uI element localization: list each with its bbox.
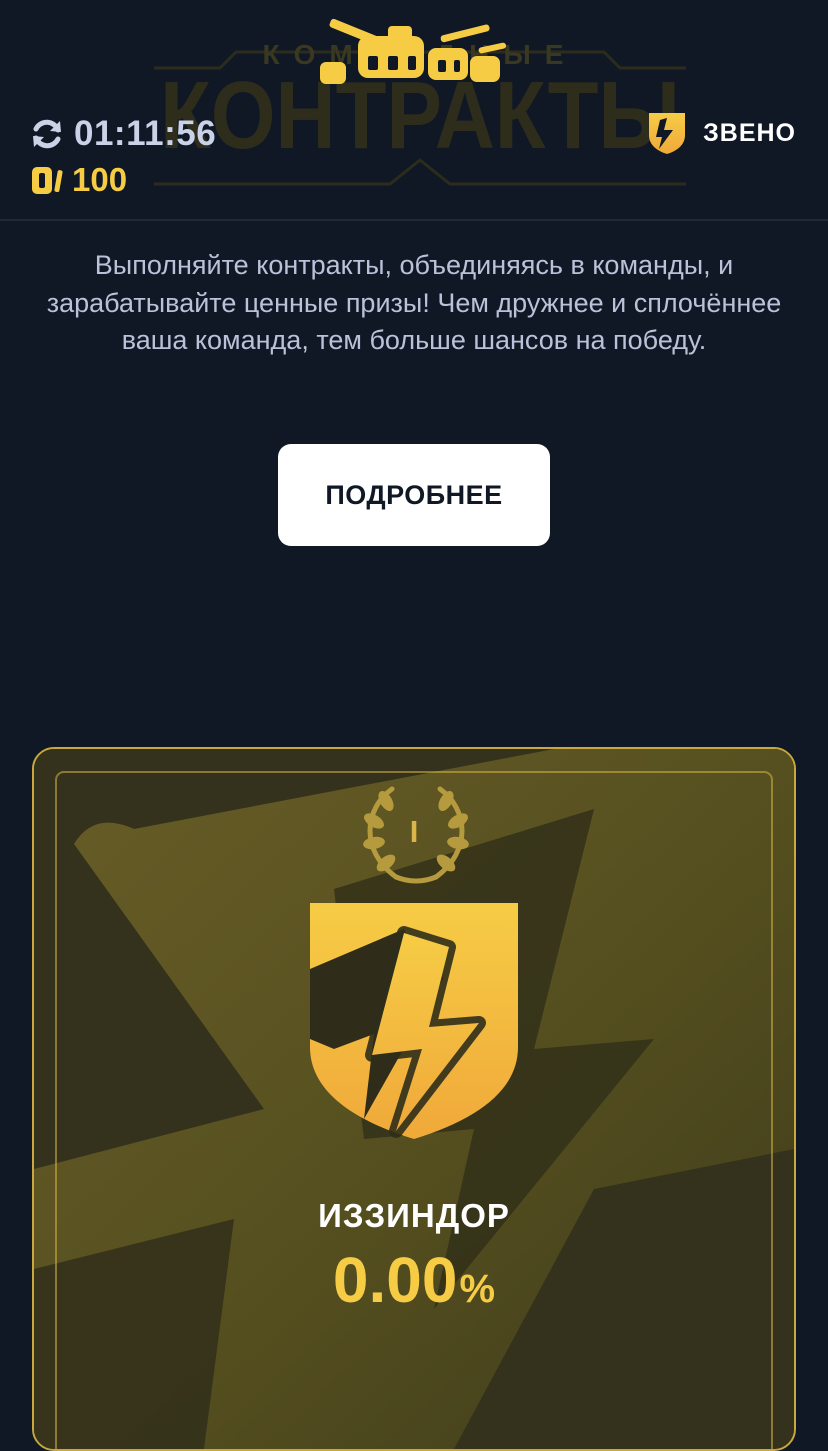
team-progress-value: 0.00 [332,1244,458,1316]
intro-description: Выполняйте контракты, объединяясь в кома… [46,250,782,355]
coin-balance: 100 [30,160,127,200]
refresh-icon [33,119,61,149]
refresh-timer: 01:11:56 [30,112,216,156]
coin-value: 100 [72,161,128,198]
tanks-icon [320,18,507,84]
details-button[interactable]: ПОДРОБНЕЕ [278,444,550,546]
team-card[interactable]: I ИЗЗИНДОР 0.00% [32,747,796,1451]
unit-label[interactable]: ЗВЕНО [703,119,796,148]
timer-value: 01:11:56 [74,114,217,153]
rank-label: I [409,814,419,849]
unit-shield-icon [649,113,686,154]
team-name: ИЗЗИНДОР [318,1197,510,1234]
team-progress: 0.00% [34,1243,794,1317]
team-progress-percent-sign: % [459,1267,496,1311]
lightning-shield-icon [310,903,518,1139]
unit-link[interactable]: ЗВЕНО [647,110,796,156]
header-divider [0,219,828,221]
coin-icon [32,167,63,194]
